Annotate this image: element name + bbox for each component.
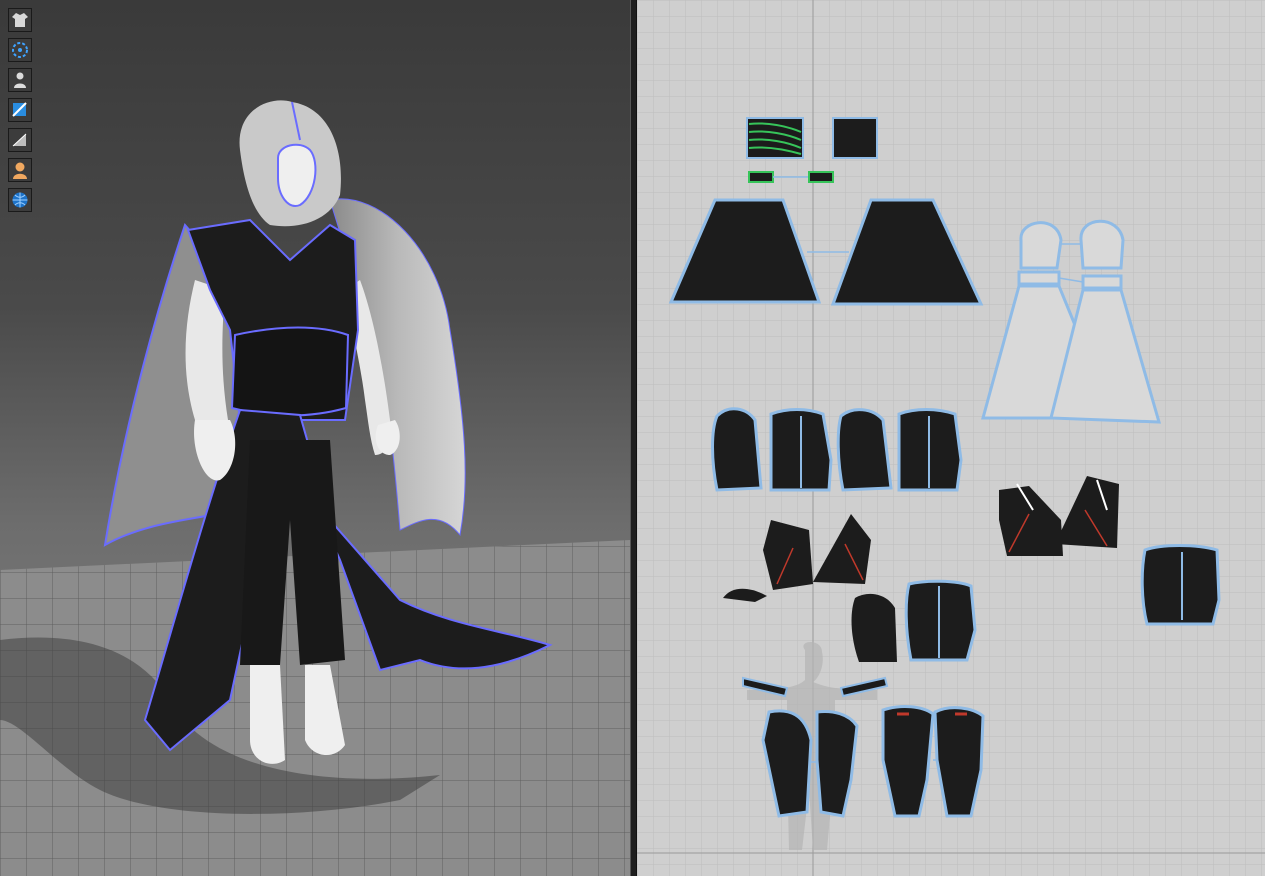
avatar-left-foot	[250, 665, 285, 764]
viewport-2d[interactable]	[637, 0, 1265, 876]
fabric-icon	[12, 102, 27, 117]
fabric-tool-button[interactable]	[8, 98, 32, 122]
pattern-piece-strap-left[interactable]	[748, 171, 774, 183]
shirt-icon	[12, 13, 28, 27]
avatar-skin-tool-button[interactable]	[8, 158, 32, 182]
pattern-canvas	[637, 0, 1265, 876]
pattern-piece-belt-stitched[interactable]	[746, 117, 804, 159]
particles-icon	[12, 42, 28, 58]
pattern-piece-square[interactable]	[832, 117, 878, 159]
pattern-piece-sleeve[interactable]	[851, 593, 897, 662]
person-icon	[14, 72, 26, 88]
texture-icon	[12, 133, 27, 147]
left-toolbar	[8, 8, 34, 218]
garment-tool-button[interactable]	[8, 8, 32, 32]
viewport-3d[interactable]	[0, 0, 630, 876]
viewport-3d-scene	[0, 100, 630, 876]
environment-tool-button[interactable]	[8, 188, 32, 212]
avatar-tool-button[interactable]	[8, 68, 32, 92]
globe-icon	[12, 192, 28, 208]
view-splitter[interactable]	[630, 0, 637, 876]
texture-tool-button[interactable]	[8, 128, 32, 152]
avatar-skin-icon	[13, 162, 27, 179]
pattern-piece-strap-right[interactable]	[808, 171, 834, 183]
pattern-piece-bodice-right[interactable]	[1140, 544, 1221, 626]
simulation-tool-button[interactable]	[8, 38, 32, 62]
pattern-piece-bodice-middle[interactable]	[904, 579, 977, 662]
sash[interactable]	[230, 326, 350, 417]
